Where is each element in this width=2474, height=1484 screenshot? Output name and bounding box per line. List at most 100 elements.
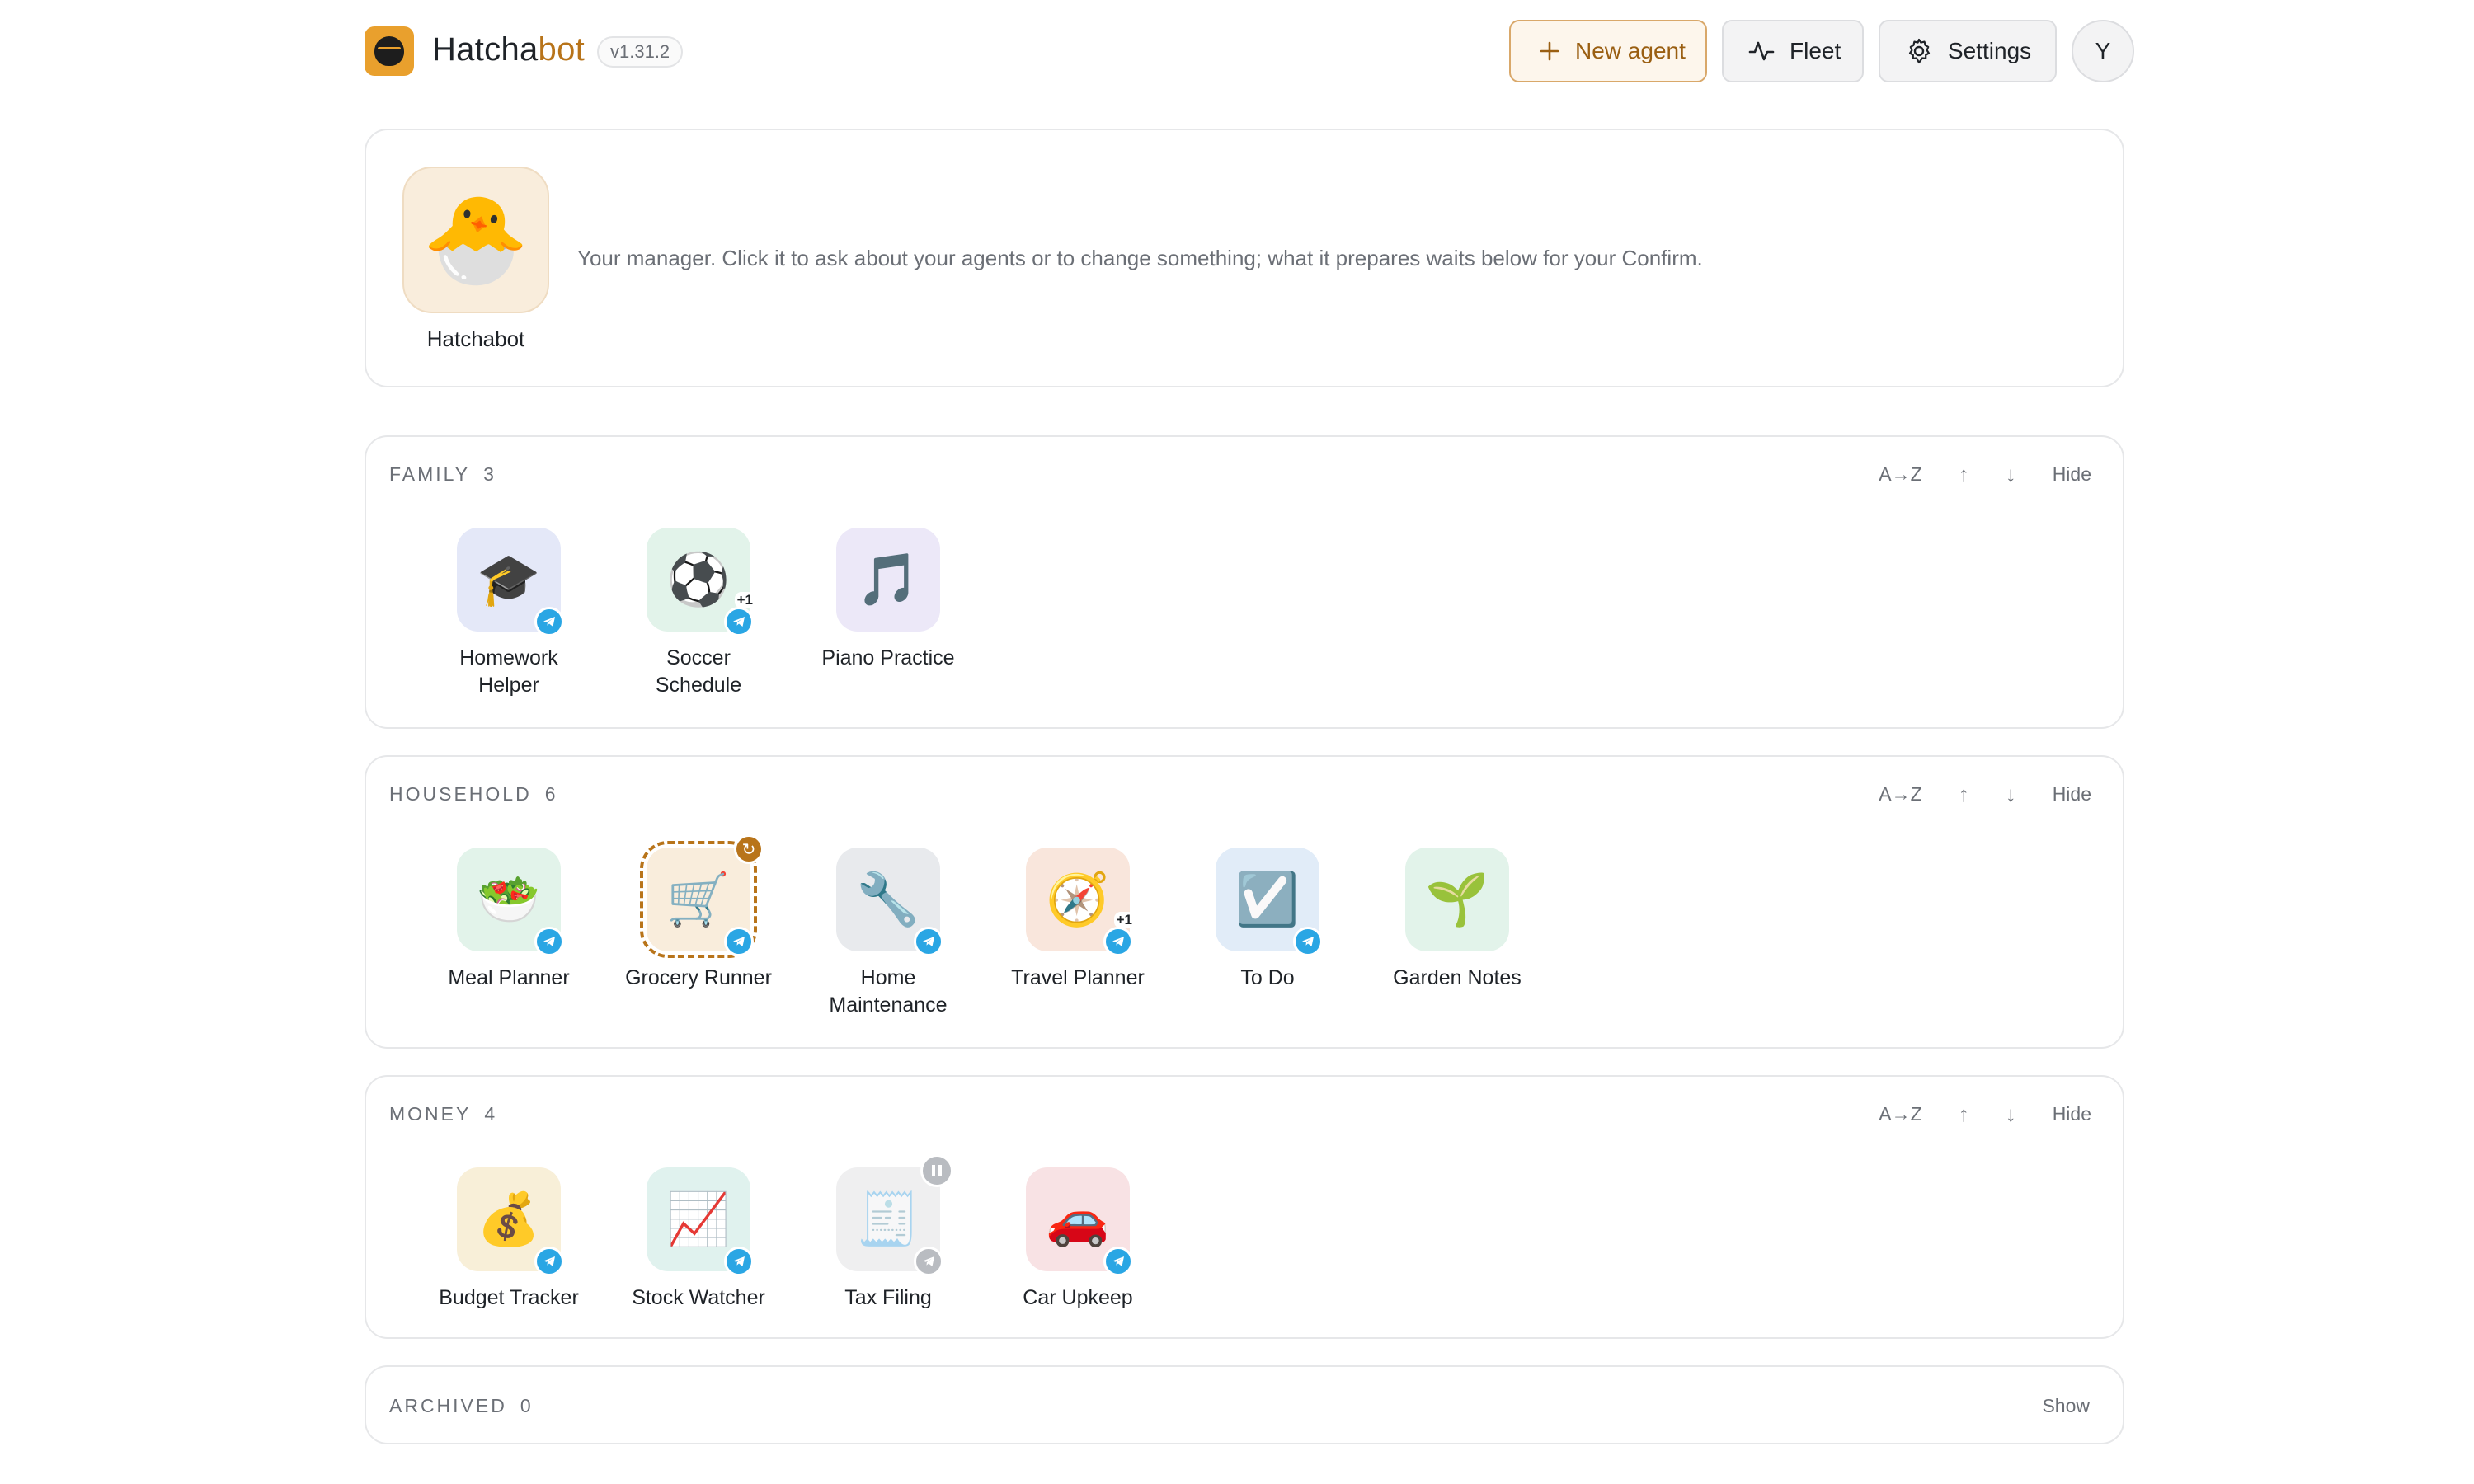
agent-icon: 🧭 +1	[1026, 848, 1135, 956]
agent-icon: ☑️	[1216, 848, 1323, 956]
hide-button[interactable]: Hide	[2053, 463, 2091, 486]
hatching-chick-icon: 🐣	[422, 191, 529, 288]
group-count: 6	[544, 783, 557, 805]
agent-name: To Do	[1240, 966, 1295, 989]
agent-name: Tax Filing	[844, 1286, 932, 1309]
settings-label: Settings	[1948, 38, 2032, 63]
agent-tile-car-upkeep[interactable]: 🚗 Car Upkeep	[991, 1167, 1164, 1312]
app-title: Hatchabot	[432, 31, 586, 68]
agent-tile-stock-watcher[interactable]: 📈 Stock Watcher	[612, 1167, 785, 1312]
agent-tile-homework-helper[interactable]: 🎓 Homework Helper	[422, 528, 595, 699]
telegram-icon	[1293, 927, 1323, 956]
user-avatar[interactable]: Y	[2072, 20, 2134, 82]
agent-tile-garden-notes[interactable]: 🌱 Garden Notes	[1371, 848, 1544, 992]
car-icon: 🚗	[1046, 1190, 1110, 1248]
move-down-button[interactable]: ↓	[2006, 1101, 2016, 1127]
move-up-button[interactable]: ↑	[1959, 782, 1969, 807]
agent-tile-grocery-runner[interactable]: 🛒 ↻ Grocery Runner	[612, 834, 785, 992]
agent-tile-piano-practice[interactable]: 🎵 Piano Practice	[802, 528, 975, 672]
top-bar: Hatchabot v1.31.2 New agent Fleet Settin…	[365, 0, 2134, 102]
group-count: 3	[483, 463, 495, 485]
wrench-icon: 🔧	[856, 871, 920, 928]
agent-icon: ⚽ +1	[647, 528, 755, 636]
settings-button[interactable]: Settings	[1879, 20, 2057, 82]
group-money: MONEY 4 A→Z ↑ ↓ Hide 💰 Budget Tracker 📈 S…	[365, 1075, 2124, 1339]
group-controls: A→Z ↑ ↓ Hide	[1879, 1101, 2091, 1127]
fleet-label: Fleet	[1790, 38, 1841, 63]
hatchabot-logo-icon[interactable]	[365, 26, 414, 76]
group-header: MONEY 4	[389, 1103, 496, 1125]
agent-name: Home Maintenance	[829, 966, 948, 1017]
agent-icon: 🧾	[836, 1154, 953, 1276]
hide-button[interactable]: Hide	[2053, 1103, 2091, 1125]
agent-icon: 🛒 ↻	[640, 834, 764, 958]
agent-icon: 🚗	[1026, 1167, 1133, 1276]
agent-icon: 🎓	[457, 528, 564, 636]
agent-icon: 🥗	[457, 848, 564, 956]
soccer-ball-icon: ⚽	[666, 551, 731, 608]
salad-icon: 🥗	[477, 871, 541, 928]
graduation-cap-icon: 🎓	[477, 551, 541, 608]
group-header: ARCHIVED 0	[389, 1395, 532, 1416]
manager-name: Hatchabot	[426, 326, 525, 351]
agent-tile-meal-planner[interactable]: 🥗 Meal Planner	[422, 848, 595, 992]
hide-button[interactable]: Hide	[2053, 783, 2091, 805]
new-agent-button[interactable]: New agent	[1509, 20, 1707, 82]
agent-tile-home-maintenance[interactable]: 🔧 Home Maintenance	[802, 848, 975, 1019]
telegram-icon	[534, 927, 564, 956]
app-root: Hatchabot v1.31.2 New agent Fleet Settin…	[365, 0, 2134, 1444]
group-count: 0	[520, 1395, 532, 1416]
new-agent-label: New agent	[1575, 38, 1686, 63]
agent-name: Travel Planner	[1011, 966, 1145, 989]
sort-az-button[interactable]: A→Z	[1879, 463, 1921, 486]
telegram-icon	[1103, 1247, 1133, 1276]
paused-icon	[920, 1154, 953, 1187]
shopping-cart-icon: 🛒	[666, 871, 731, 928]
group-count: 4	[484, 1103, 496, 1125]
telegram-icon	[914, 1247, 943, 1276]
agent-tile-to-do[interactable]: ☑️ To Do	[1181, 848, 1354, 992]
group-archived: ARCHIVED 0 Show	[365, 1365, 2124, 1444]
agent-icon: 🌱	[1405, 848, 1509, 951]
agent-name: Soccer Schedule	[655, 646, 742, 697]
agent-tile-soccer-schedule[interactable]: ⚽ +1 Soccer Schedule	[612, 528, 785, 699]
move-down-button[interactable]: ↓	[2006, 462, 2016, 487]
agent-name: Homework Helper	[459, 646, 558, 697]
agent-name: Garden Notes	[1393, 966, 1522, 989]
activity-icon	[1748, 41, 1775, 61]
receipt-icon: 🧾	[856, 1190, 920, 1248]
sort-az-button[interactable]: A→Z	[1879, 783, 1921, 805]
show-archived-button[interactable]: Show	[2042, 1395, 2090, 1417]
seedling-icon: 🌱	[1425, 871, 1489, 928]
group-header: HOUSEHOLD 6	[389, 783, 557, 805]
telegram-icon	[534, 607, 564, 636]
move-up-button[interactable]: ↑	[1959, 1101, 1969, 1127]
telegram-icon	[914, 927, 943, 956]
agent-name: Stock Watcher	[632, 1286, 765, 1309]
agent-name: Grocery Runner	[625, 966, 772, 989]
move-down-button[interactable]: ↓	[2006, 782, 2016, 807]
agent-icon: 📈	[647, 1167, 754, 1276]
extra-channel-badge: +1	[734, 592, 755, 608]
money-bag-icon: 💰	[477, 1190, 541, 1248]
fleet-button[interactable]: Fleet	[1722, 20, 1864, 82]
agent-tile-travel-planner[interactable]: 🧭 +1 Travel Planner	[991, 848, 1164, 992]
agent-tile-tax-filing[interactable]: 🧾 Tax Filing	[802, 1154, 975, 1312]
agent-name: Car Upkeep	[1023, 1286, 1133, 1309]
sort-az-button[interactable]: A→Z	[1879, 1103, 1921, 1125]
telegram-icon	[1103, 927, 1133, 956]
group-household: HOUSEHOLD 6 A→Z ↑ ↓ Hide 🥗 Meal Planner 🛒…	[365, 755, 2124, 1049]
group-controls: A→Z ↑ ↓ Hide	[1879, 462, 2091, 487]
telegram-icon	[724, 607, 754, 636]
compass-icon: 🧭	[1046, 871, 1110, 928]
group-family: FAMILY 3 A→Z ↑ ↓ Hide 🎓 Homework Helper ⚽…	[365, 435, 2124, 729]
telegram-icon	[724, 927, 754, 956]
group-header: FAMILY 3	[389, 463, 495, 485]
hatchabot-manager-tile[interactable]: 🐣	[402, 167, 549, 313]
manager-card: 🐣 Hatchabot Your manager. Click it to as…	[365, 129, 2124, 387]
move-up-button[interactable]: ↑	[1959, 462, 1969, 487]
agent-tile-budget-tracker[interactable]: 💰 Budget Tracker	[422, 1167, 595, 1312]
telegram-icon	[724, 1247, 754, 1276]
plus-icon	[1540, 41, 1559, 61]
agent-icon: 🔧	[836, 848, 943, 956]
